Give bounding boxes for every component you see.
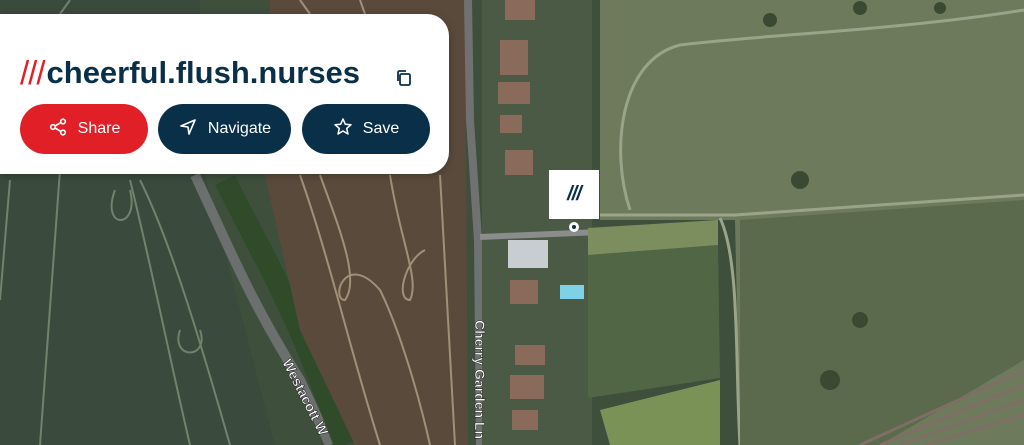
navigate-label: Navigate xyxy=(207,120,272,137)
location-dot xyxy=(569,222,579,232)
save-button[interactable]: Save xyxy=(302,104,430,154)
share-button[interactable]: Share xyxy=(20,104,148,154)
pool xyxy=(560,285,584,299)
road-label-cherry-garden: Cherry Garden Ln xyxy=(472,320,488,439)
location-marker[interactable]: /// xyxy=(549,170,599,219)
address-words[interactable]: cheerful.flush.nurses xyxy=(47,55,361,91)
star-icon xyxy=(333,117,353,142)
share-icon xyxy=(48,117,68,142)
share-label: Share xyxy=(77,120,121,137)
address-slashes: /// xyxy=(20,54,45,91)
copy-icon[interactable] xyxy=(394,68,414,88)
marker-label: /// xyxy=(567,183,582,205)
orchard xyxy=(588,245,720,398)
save-label: Save xyxy=(362,120,400,137)
address-card: /// cheerful.flush.nurses Share Navigate… xyxy=(0,14,449,174)
address-title: /// cheerful.flush.nurses xyxy=(20,54,360,92)
navigate-icon xyxy=(178,117,198,142)
navigate-button[interactable]: Navigate xyxy=(158,104,291,154)
